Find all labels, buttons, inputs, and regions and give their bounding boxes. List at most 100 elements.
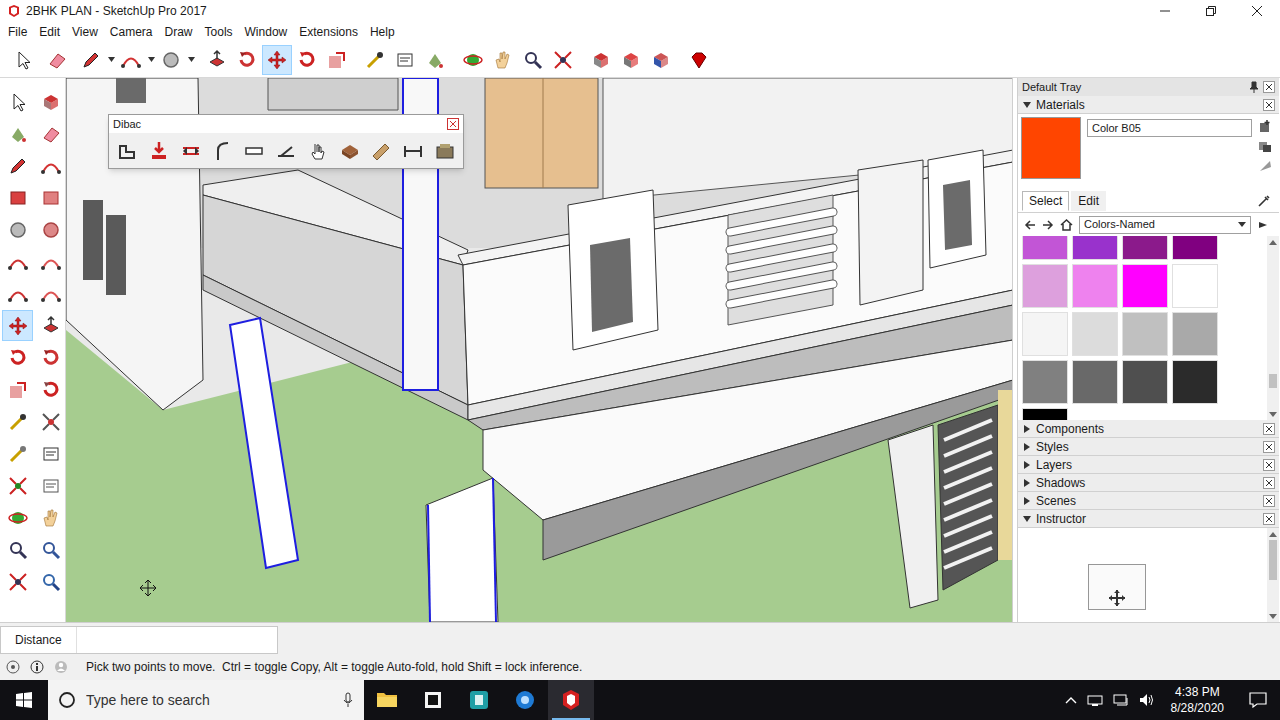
restore-icon[interactable] [1188,0,1234,22]
material-swatch[interactable] [1022,264,1068,308]
collapsed-triangle-icon[interactable] [1022,497,1032,505]
dropdown-arrow-icon[interactable] [106,57,116,62]
home-icon[interactable] [1060,219,1073,231]
measurement-input[interactable] [76,627,277,653]
toolbar-button[interactable] [458,45,488,75]
menu-item[interactable]: Draw [159,23,199,41]
scroll-up-icon[interactable] [1269,236,1277,248]
toolbar-button[interactable] [390,45,420,75]
close-icon[interactable] [1263,459,1275,471]
material-swatch[interactable] [1022,236,1068,260]
material-swatch[interactable] [1122,264,1168,308]
toolbar-button[interactable] [2,502,33,533]
material-swatch[interactable] [1122,360,1168,404]
toolbar-button[interactable] [35,534,66,565]
close-icon[interactable] [1263,81,1275,93]
notifications-icon[interactable] [1240,680,1276,720]
microphone-icon[interactable] [342,692,354,708]
close-icon[interactable] [1263,513,1275,525]
toolbar-button[interactable] [2,246,33,277]
close-icon[interactable] [1234,0,1280,22]
toolbar-button[interactable] [35,86,66,117]
panel-header[interactable]: Styles [1018,438,1279,456]
panel-header[interactable]: Shadows [1018,474,1279,492]
toolbar-button[interactable] [35,118,66,149]
toolbar-button[interactable] [116,45,146,75]
toolbar-button[interactable] [35,502,66,533]
material-name-field[interactable]: Color B05 [1087,119,1252,137]
menu-item[interactable]: Camera [104,23,159,41]
toolbar-button[interactable] [2,310,33,341]
toolbar-button[interactable] [488,45,518,75]
network-icon[interactable] [1087,694,1103,706]
toolbar-button[interactable] [35,438,66,469]
material-swatch[interactable] [1122,236,1168,260]
menu-item[interactable]: File [2,23,33,41]
panel-header[interactable]: Scenes [1018,492,1279,510]
toolbar-button[interactable] [518,45,548,75]
expanded-triangle-icon[interactable] [1022,515,1032,523]
dibac-tool-button[interactable] [367,136,396,165]
taskbar-clock[interactable]: 4:38 PM8/28/2020 [1165,684,1230,716]
geo-location-icon[interactable] [6,660,20,674]
toolbar-button[interactable] [2,278,33,309]
forward-icon[interactable] [1042,219,1054,231]
search-input[interactable] [86,690,332,711]
toolbar-button[interactable] [322,45,352,75]
toolbar-button[interactable] [35,470,66,501]
menu-item[interactable]: Edit [33,23,66,41]
dibac-tool-button[interactable] [399,136,428,165]
menu-item[interactable]: Tools [199,23,239,41]
material-swatch[interactable] [1072,264,1118,308]
toolbar-button[interactable] [35,214,66,245]
material-swatch[interactable] [1172,312,1218,356]
taskbar-app[interactable] [364,680,410,720]
toolbar-button[interactable] [35,278,66,309]
library-dropdown[interactable]: Colors-Named [1079,216,1251,234]
toolbar-button[interactable] [156,45,186,75]
material-swatch[interactable] [1072,236,1118,260]
material-tab[interactable]: Select [1022,191,1069,211]
scroll-down-icon[interactable] [1269,610,1277,622]
toolbar-button[interactable] [35,150,66,181]
material-swatch[interactable] [1172,236,1218,260]
toolbar-button[interactable] [2,534,33,565]
scrollbar-thumb[interactable] [1269,374,1277,388]
volume-icon[interactable] [1139,693,1155,707]
menu-item[interactable]: Extensions [293,23,364,41]
toolbar-button[interactable] [292,45,322,75]
toolbar-button[interactable] [35,310,66,341]
panel-header[interactable]: Materials [1018,96,1279,114]
material-swatch[interactable] [1072,312,1118,356]
dibac-tool-button[interactable] [240,136,269,165]
model-viewport[interactable]: Dibac [66,78,1013,622]
dibac-tool-button[interactable] [176,136,205,165]
scroll-up-icon[interactable] [1269,528,1277,540]
toolbar-button[interactable] [420,45,450,75]
taskbar-search[interactable] [48,680,364,720]
scrollbar-thumb[interactable] [1269,540,1277,580]
toolbar-button[interactable] [548,45,578,75]
display-icon[interactable] [1113,694,1129,706]
pin-icon[interactable] [1249,81,1259,93]
minimize-icon[interactable] [1142,0,1188,22]
user-icon[interactable] [54,660,68,674]
material-swatch[interactable] [1172,264,1218,308]
toolbar-button[interactable] [2,214,33,245]
toolbar-button[interactable] [8,45,38,75]
taskbar-app[interactable] [410,680,456,720]
dibac-tool-button[interactable] [430,136,459,165]
toolbar-button[interactable] [35,182,66,213]
toolbar-button[interactable] [232,45,262,75]
toolbar-button[interactable] [35,342,66,373]
toolbar-button[interactable] [646,45,676,75]
menu-item[interactable]: View [66,23,104,41]
dibac-tool-button[interactable] [208,136,237,165]
toolbar-button[interactable] [2,342,33,373]
toolbar-button[interactable] [2,150,33,181]
dibac-tool-button[interactable] [145,136,174,165]
expanded-triangle-icon[interactable] [1022,101,1032,109]
material-swatch[interactable] [1172,360,1218,404]
taskbar-app[interactable] [456,680,502,720]
details-arrow-icon[interactable] [1257,219,1269,231]
